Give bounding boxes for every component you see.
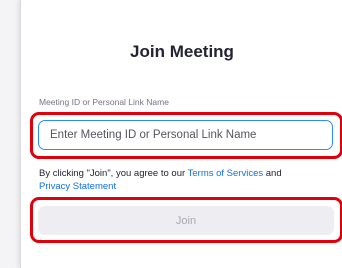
agreement-prefix: By clicking "Join", you agree to our (39, 168, 188, 179)
join-button[interactable]: Join (38, 206, 334, 235)
terms-of-service-link[interactable]: Terms of Services (188, 168, 264, 179)
meeting-id-input[interactable] (38, 120, 333, 150)
dialog-title: Join Meeting (130, 42, 234, 61)
privacy-statement-link[interactable]: Privacy Statement (39, 181, 116, 192)
agreement-conjunction: and (263, 168, 282, 179)
screen: Join Meeting Meeting ID or Personal Link… (0, 0, 342, 268)
agreement-text: By clicking "Join", you agree to our Ter… (39, 167, 339, 193)
meeting-id-label: Meeting ID or Personal Link Name (39, 97, 169, 107)
join-meeting-dialog: Join Meeting Meeting ID or Personal Link… (20, 0, 342, 268)
